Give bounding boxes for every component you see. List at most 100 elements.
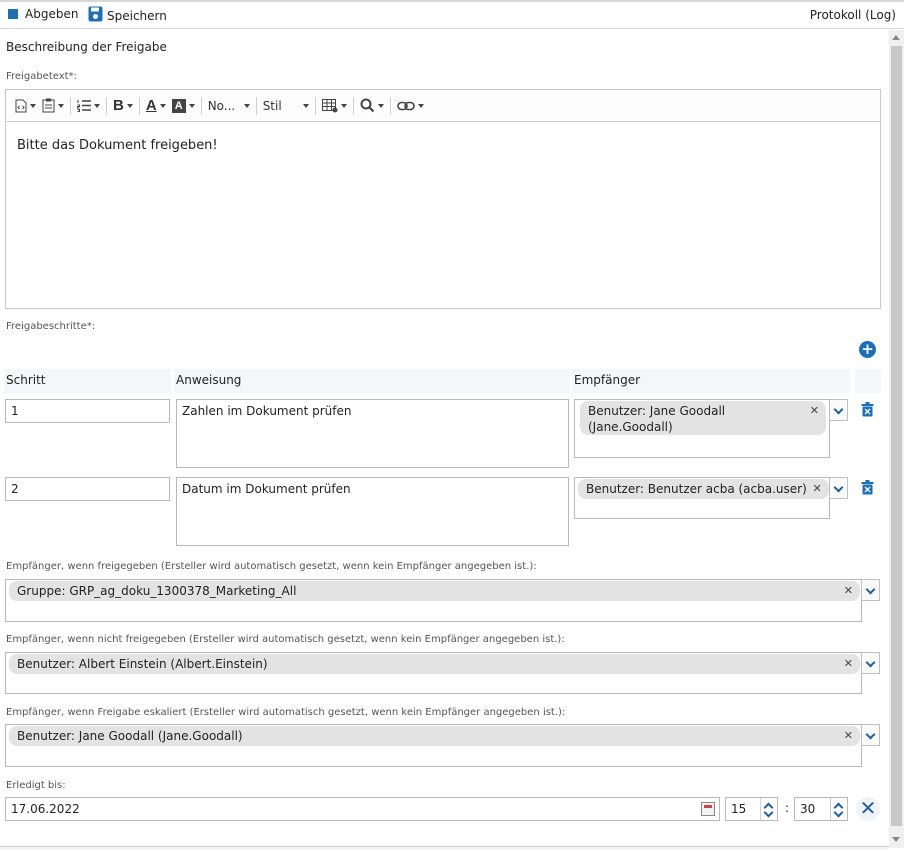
recipient-field[interactable]: Benutzer: Benutzer acba (acba.user) ✕ <box>574 477 830 519</box>
column-header-step: Schritt <box>4 369 171 393</box>
clear-date-button[interactable]: ✕ <box>856 797 880 821</box>
toolbar-divider <box>138 96 140 115</box>
escalated-recipient-dropdown-button[interactable] <box>861 724 880 746</box>
toolbar-divider <box>106 96 107 115</box>
search-button[interactable] <box>357 94 387 118</box>
approved-recipient-label: Empfänger, wenn freigegeben (Ersteller w… <box>6 561 537 572</box>
recipient-tag: Benutzer: Benutzer acba (acba.user) ✕ <box>578 479 829 499</box>
vertical-scrollbar[interactable] <box>889 30 904 848</box>
toolbar-divider <box>200 96 202 115</box>
submit-label: Abgeben <box>25 7 79 21</box>
scroll-thumb[interactable] <box>891 46 902 826</box>
calendar-icon[interactable] <box>701 802 715 816</box>
table-button[interactable] <box>319 94 350 118</box>
floppy-disk-icon <box>88 6 103 25</box>
highlight-button[interactable]: A <box>169 94 198 118</box>
trash-icon <box>861 480 874 495</box>
step-number-input[interactable]: 2 <box>5 477 170 501</box>
toolbar-divider <box>70 96 71 115</box>
remove-tag-icon[interactable]: ✕ <box>813 481 822 497</box>
rejected-recipient-label: Empfänger, wenn nicht freigegeben (Erste… <box>6 634 565 645</box>
toolbar-divider <box>389 96 391 115</box>
chevron-down-icon <box>126 103 133 108</box>
delete-step-button[interactable] <box>861 480 875 496</box>
approved-recipient-dropdown-button[interactable] <box>861 579 880 601</box>
paste-button[interactable] <box>39 94 67 118</box>
recipient-tag: Benutzer: Jane Goodall (Jane.Goodall) ✕ <box>9 726 860 746</box>
rich-text-editor[interactable]: B A A No... Stil Bitte das Dokument frei… <box>5 89 881 309</box>
toolbar-divider <box>352 96 354 115</box>
style-select-label: Stil <box>262 98 282 113</box>
column-header-instruction: Anweisung <box>174 369 570 393</box>
recipient-tag: Benutzer: Albert Einstein (Albert.Einste… <box>9 654 860 674</box>
chevron-down-icon <box>302 103 309 108</box>
chevron-down-icon <box>833 482 844 493</box>
submit-button[interactable]: Abgeben <box>8 7 78 21</box>
delete-step-button[interactable] <box>861 402 875 418</box>
escalated-recipient-field[interactable]: Benutzer: Jane Goodall (Jane.Goodall) ✕ <box>5 724 862 767</box>
font-color-icon: A <box>145 97 157 114</box>
rejected-recipient-dropdown-button[interactable] <box>861 652 880 674</box>
recipient-tag-label: Benutzer: Albert Einstein (Albert.Einste… <box>17 657 268 671</box>
due-date-input[interactable]: 17.06.2022 <box>5 797 720 821</box>
recipient-dropdown-button[interactable] <box>829 399 848 421</box>
step-number-input[interactable]: 1 <box>5 399 170 423</box>
hour-value: 15 <box>731 802 747 816</box>
remove-tag-icon[interactable]: ✕ <box>810 403 819 419</box>
toolbar-divider <box>314 96 316 115</box>
section-title: Beschreibung der Freigabe <box>6 40 167 54</box>
plus-icon: + <box>861 340 874 358</box>
recipient-tag-label: Benutzer: Benutzer acba (acba.user) <box>586 482 807 496</box>
chevron-down-icon <box>865 729 876 740</box>
scroll-down-icon[interactable] <box>892 837 900 842</box>
link-button[interactable] <box>394 94 427 118</box>
rejected-recipient-field[interactable]: Benutzer: Albert Einstein (Albert.Einste… <box>5 652 862 694</box>
minute-stepper[interactable]: 30 <box>794 797 848 821</box>
time-separator: : <box>785 801 790 815</box>
escalated-recipient-label: Empfänger, wenn Freigabe eskaliert (Erst… <box>6 707 566 718</box>
remove-tag-icon[interactable]: ✕ <box>844 583 853 599</box>
chevron-down-icon <box>865 584 876 595</box>
top-toolbar: Abgeben Speichern Protokoll (Log) <box>0 2 904 29</box>
chevron-down-icon <box>159 103 166 108</box>
chevron-down-icon <box>833 404 844 415</box>
instruction-input[interactable]: Zahlen im Dokument prüfen <box>176 399 569 468</box>
recipient-dropdown-button[interactable] <box>829 477 848 499</box>
chevron-down-icon <box>58 103 64 108</box>
save-button[interactable]: Speichern <box>88 6 167 25</box>
scroll-up-icon[interactable] <box>892 35 900 40</box>
font-select[interactable]: No... <box>205 94 253 118</box>
source-button[interactable] <box>12 94 39 118</box>
style-select[interactable]: Stil <box>260 94 312 118</box>
approved-recipient-field[interactable]: Gruppe: GRP_ag_doku_1300378_Marketing_Al… <box>5 579 862 622</box>
numbered-list-icon <box>77 100 91 112</box>
instruction-input[interactable]: Datum im Dokument prüfen <box>176 477 569 546</box>
highlight-color-icon: A <box>171 98 186 113</box>
editor-content[interactable]: Bitte das Dokument freigeben! <box>6 122 880 169</box>
table-icon <box>321 98 338 112</box>
steps-label: Freigabeschritte*: <box>6 321 96 332</box>
square-icon <box>8 9 18 19</box>
bold-button[interactable]: B <box>110 94 136 118</box>
chevron-down-icon[interactable] <box>833 807 844 818</box>
recipient-field[interactable]: Benutzer: Jane Goodall (Jane.Goodall) ✕ <box>574 399 830 458</box>
text-label: Freigabetext*: <box>6 71 77 82</box>
font-select-label: No... <box>207 98 236 113</box>
hour-stepper[interactable]: 15 <box>725 797 778 821</box>
remove-tag-icon[interactable]: ✕ <box>844 656 853 672</box>
chevron-down-icon <box>340 103 347 108</box>
chevron-down-icon <box>188 103 195 108</box>
editor-toolbar: B A A No... Stil <box>6 90 880 122</box>
chevron-down-icon <box>30 103 36 108</box>
recipient-tag: Benutzer: Jane Goodall (Jane.Goodall) ✕ <box>580 401 826 435</box>
hour-stepper-arrows <box>760 798 777 820</box>
minute-value: 30 <box>800 802 816 816</box>
add-step-button[interactable]: + <box>859 341 876 358</box>
due-date-value: 17.06.2022 <box>11 802 80 816</box>
remove-tag-icon[interactable]: ✕ <box>844 728 853 744</box>
font-color-button[interactable]: A <box>143 94 169 118</box>
log-link[interactable]: Protokoll (Log) <box>810 8 896 22</box>
list-button[interactable] <box>74 94 103 118</box>
recipient-tag-label: Gruppe: GRP_ag_doku_1300378_Marketing_Al… <box>17 584 297 598</box>
chevron-down-icon[interactable] <box>763 807 774 818</box>
